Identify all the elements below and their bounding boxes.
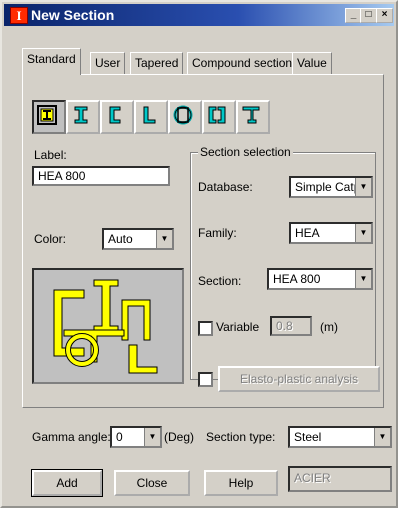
gamma-angle-combo[interactable]: 0 ▼ bbox=[110, 426, 162, 448]
tab-user[interactable]: User bbox=[90, 52, 126, 75]
angle-icon[interactable] bbox=[134, 100, 168, 134]
section-preview bbox=[32, 268, 184, 384]
gamma-unit: (Deg) bbox=[164, 430, 195, 444]
chevron-down-icon[interactable]: ▼ bbox=[355, 270, 371, 288]
chevron-down-icon[interactable]: ▼ bbox=[355, 178, 371, 196]
color-caption: Color: bbox=[34, 232, 67, 246]
material-field: ACIER bbox=[288, 466, 392, 492]
tab-standard[interactable]: Standard bbox=[22, 48, 81, 75]
variable-field[interactable]: 0.8 bbox=[270, 316, 312, 336]
gamma-angle-label: Gamma angle: bbox=[32, 430, 111, 444]
add-button[interactable]: Add bbox=[31, 469, 103, 497]
close-window-button[interactable]: × bbox=[376, 8, 393, 23]
elasto-plastic-button[interactable]: Elasto-plastic analysis bbox=[218, 366, 380, 392]
double-channel-icon[interactable] bbox=[202, 100, 236, 134]
chevron-down-icon[interactable]: ▼ bbox=[374, 428, 390, 446]
channel-icon[interactable] bbox=[100, 100, 134, 134]
close-button[interactable]: Close bbox=[114, 470, 190, 496]
family-value: HEA bbox=[295, 226, 320, 240]
tab-value[interactable]: Value bbox=[292, 52, 332, 75]
chevron-down-icon[interactable]: ▼ bbox=[156, 230, 172, 248]
family-combo[interactable]: HEA ▼ bbox=[289, 222, 373, 244]
label-field[interactable]: HEA 800 bbox=[32, 166, 170, 186]
i-beam-icon[interactable] bbox=[66, 100, 100, 134]
help-button[interactable]: Help bbox=[204, 470, 278, 496]
window-title: New Section bbox=[31, 7, 115, 23]
title-bar[interactable]: I New Section _ □ × bbox=[4, 4, 394, 26]
section-combo[interactable]: HEA 800 ▼ bbox=[267, 268, 373, 290]
gamma-angle-value: 0 bbox=[116, 430, 123, 444]
tab-tapered[interactable]: Tapered bbox=[130, 52, 184, 75]
elasto-plastic-checkbox[interactable] bbox=[198, 372, 213, 387]
section-type-combo[interactable]: Steel ▼ bbox=[288, 426, 392, 448]
section-selection-title: Section selection bbox=[198, 145, 293, 159]
section-type-value: Steel bbox=[294, 430, 322, 444]
family-label: Family: bbox=[198, 226, 237, 240]
tee-icon[interactable] bbox=[236, 100, 270, 134]
dialog-window: I New Section _ □ × Standard User Tapere… bbox=[0, 0, 398, 508]
database-value: Simple Catpr bbox=[295, 180, 365, 194]
chevron-down-icon[interactable]: ▼ bbox=[355, 224, 371, 242]
section-type-label: Section type: bbox=[206, 430, 276, 444]
color-value: Auto bbox=[108, 232, 133, 246]
pipe-icon[interactable] bbox=[168, 100, 202, 134]
variable-label: Variable bbox=[216, 320, 260, 334]
label-caption: Label: bbox=[34, 148, 67, 162]
section-label: Section: bbox=[198, 274, 242, 288]
database-combo[interactable]: Simple Catpr ▼ bbox=[289, 176, 373, 198]
maximize-button[interactable]: □ bbox=[360, 8, 377, 23]
section-value: HEA 800 bbox=[273, 272, 321, 286]
chevron-down-icon[interactable]: ▼ bbox=[144, 428, 160, 446]
color-combo[interactable]: Auto ▼ bbox=[102, 228, 174, 250]
app-icon: I bbox=[10, 7, 28, 24]
composite-section-icon[interactable] bbox=[32, 100, 66, 134]
database-label: Database: bbox=[198, 180, 253, 194]
tab-compound-sections[interactable]: Compound sections bbox=[187, 52, 304, 75]
variable-unit: (m) bbox=[320, 320, 338, 334]
variable-checkbox[interactable] bbox=[198, 321, 213, 336]
